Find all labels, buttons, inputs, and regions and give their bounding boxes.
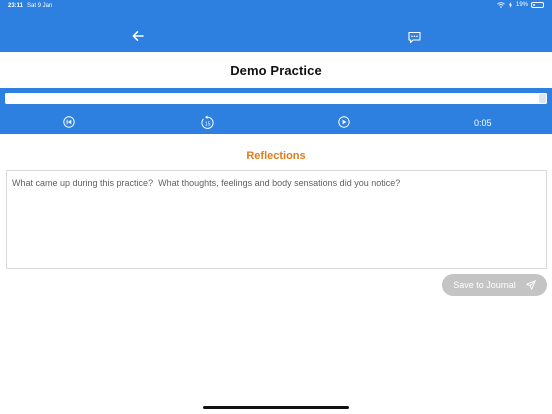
audio-player: 15 0:05 xyxy=(0,88,552,134)
arrow-left-icon xyxy=(132,31,144,41)
comments-button[interactable] xyxy=(406,29,422,45)
skip-to-start-button[interactable] xyxy=(62,115,76,129)
reflection-box xyxy=(6,170,547,269)
status-indicators: 19% xyxy=(497,2,544,8)
skip-to-start-icon xyxy=(63,116,75,128)
play-icon xyxy=(338,116,350,128)
wifi-icon xyxy=(497,2,505,8)
battery-icon xyxy=(531,2,544,8)
chat-bubble-icon xyxy=(407,31,421,43)
status-time: 23:11 xyxy=(8,3,24,9)
status-bar: 23:11 Sat 9 Jan 19% xyxy=(0,0,552,12)
rewind-seconds-label: 15 xyxy=(204,121,210,127)
save-to-journal-button[interactable]: Save to Journal xyxy=(442,274,547,296)
title-area: Demo Practice xyxy=(0,52,552,88)
page-title: Demo Practice xyxy=(230,62,322,78)
progress-fill xyxy=(5,93,547,104)
play-button[interactable] xyxy=(337,115,351,129)
reflection-input[interactable] xyxy=(12,177,541,262)
charging-icon xyxy=(508,2,513,8)
reflections-heading: Reflections xyxy=(246,150,306,162)
home-indicator xyxy=(203,406,349,409)
send-icon xyxy=(526,280,536,290)
save-button-label: Save to Journal xyxy=(453,280,516,290)
nav-bar xyxy=(0,12,552,52)
elapsed-time: 0:05 xyxy=(474,118,492,128)
rewind-15-button[interactable]: 15 xyxy=(199,114,215,130)
rewind-15-icon: 15 xyxy=(200,114,214,129)
back-button[interactable] xyxy=(130,28,146,44)
progress-thumb[interactable] xyxy=(539,94,546,103)
battery-level-fill xyxy=(533,4,535,6)
status-date: Sat 9 Jan xyxy=(27,3,53,9)
battery-percent: 19% xyxy=(515,2,528,8)
progress-slider[interactable] xyxy=(5,93,547,104)
